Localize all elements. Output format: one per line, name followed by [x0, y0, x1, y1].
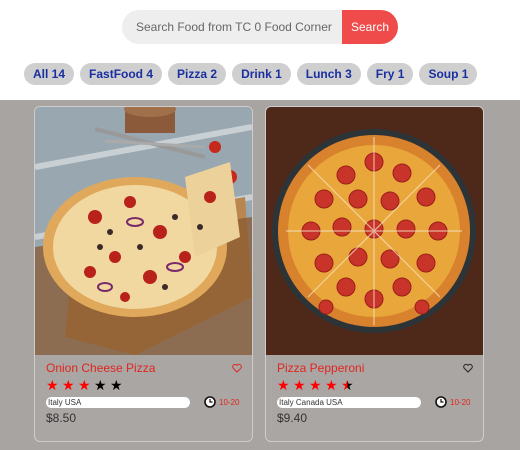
clock-icon [204, 396, 216, 408]
star-icon: ★ [325, 377, 338, 393]
food-price: $9.40 [277, 411, 308, 425]
star-icon: ★ [277, 377, 290, 393]
category-chip-all[interactable]: All 14 [24, 63, 75, 85]
header: Search All 14 FastFood 4 Pizza 2 Drink 1… [0, 0, 520, 100]
star-icon: ★ [293, 377, 306, 393]
heart-icon[interactable] [232, 363, 242, 373]
category-chip-soup[interactable]: Soup 1 [419, 63, 478, 85]
search-input[interactable] [122, 10, 344, 44]
category-chip-fry[interactable]: Fry 1 [366, 63, 414, 85]
star-icon: ★ [46, 377, 59, 393]
rating-stars: ★ ★ ★ ★ ★ [46, 378, 123, 392]
food-card[interactable]: Pizza Pepperoni ★ ★ ★ ★ ★ Italy Canada U… [265, 106, 484, 442]
origin-tags: Italy USA [46, 397, 190, 408]
star-icon: ★ [110, 377, 123, 393]
star-icon: ★ [78, 377, 91, 393]
star-icon: ★ [309, 377, 322, 393]
food-card[interactable]: Onion Cheese Pizza ★ ★ ★ ★ ★ Italy USA 1… [34, 106, 253, 442]
food-name: Pizza Pepperoni [277, 361, 365, 375]
food-grid: Onion Cheese Pizza ★ ★ ★ ★ ★ Italy USA 1… [0, 100, 520, 450]
category-filter-bar: All 14 FastFood 4 Pizza 2 Drink 1 Lunch … [24, 63, 478, 85]
search-button[interactable]: Search [342, 10, 398, 44]
star-icon: ★ [94, 377, 107, 393]
search-bar: Search [122, 10, 398, 44]
star-icon: ★ [341, 377, 354, 393]
origin-tags: Italy Canada USA [277, 397, 421, 408]
clock-icon [435, 396, 447, 408]
food-image [35, 107, 252, 355]
food-image [266, 107, 483, 355]
delivery-time: 10-20 [450, 398, 471, 407]
category-chip-drink[interactable]: Drink 1 [232, 63, 291, 85]
star-icon: ★ [62, 377, 75, 393]
category-chip-pizza[interactable]: Pizza 2 [168, 63, 227, 85]
rating-stars: ★ ★ ★ ★ ★ [277, 378, 354, 392]
food-price: $8.50 [46, 411, 77, 425]
category-chip-fastfood[interactable]: FastFood 4 [80, 63, 163, 85]
category-chip-lunch[interactable]: Lunch 3 [296, 63, 361, 85]
heart-icon[interactable] [463, 363, 473, 373]
delivery-time: 10-20 [219, 398, 240, 407]
food-name: Onion Cheese Pizza [46, 361, 156, 375]
